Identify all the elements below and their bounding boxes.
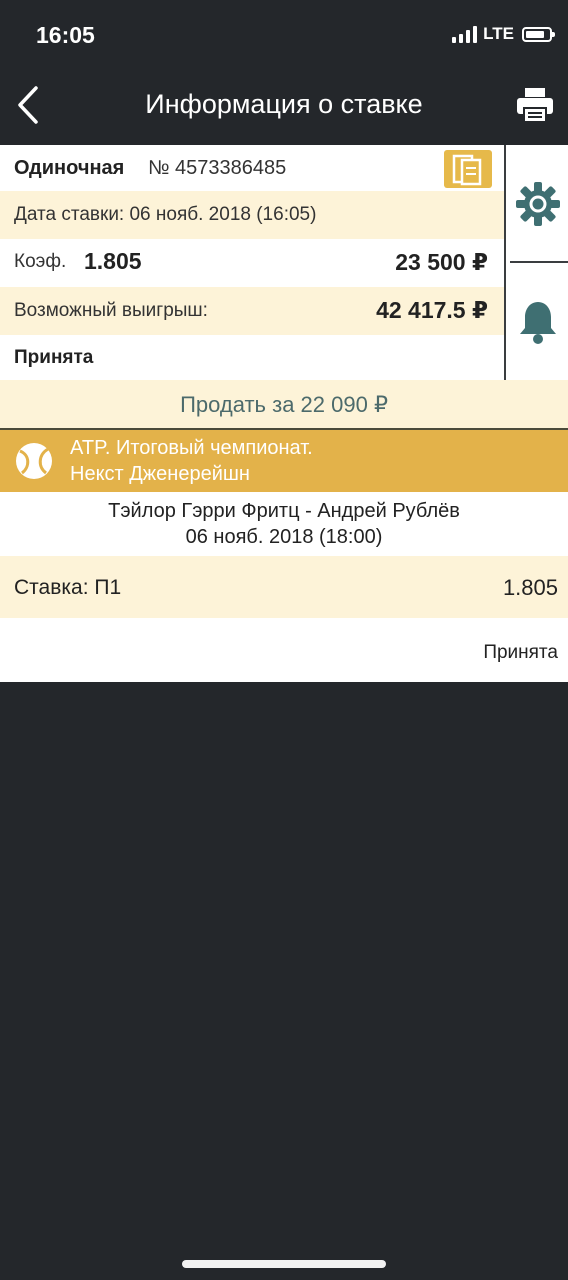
stake-outcome: Ставка: П1 (14, 576, 122, 599)
bet-status-row: Принята (0, 335, 504, 380)
notify-button[interactable] (516, 298, 560, 346)
tournament-subname: Некст Дженерейшн (70, 463, 250, 485)
stake-amount: 23 500 ₽ (395, 249, 488, 275)
bet-type: Одиночная (14, 157, 125, 179)
home-indicator[interactable] (182, 1260, 386, 1268)
match-teams: Тэйлор Гэрри Фритц - Андрей Рублёв (108, 500, 460, 522)
printer-icon (517, 88, 553, 123)
bet-number: № 4573386485 (148, 157, 287, 179)
possible-win-row: Возможный выигрыш: 42 417.5 ₽ (0, 287, 504, 335)
settings-button[interactable] (514, 180, 562, 228)
status-time: 16:05 (36, 22, 95, 48)
bet-date: Дата ставки: 06 нояб. 2018 (16:05) (14, 204, 317, 225)
coef-label: Коэф. (14, 251, 67, 272)
sell-bet-button[interactable]: Продать за 22 090 ₽ (0, 380, 568, 428)
status-indicators: LTE (452, 24, 555, 44)
coef-row: Коэф. 1.805 23 500 ₽ (0, 239, 504, 287)
tournament-name: ATP. Итоговый чемпионат. (70, 437, 313, 459)
side-divider (510, 261, 568, 263)
possible-win-value: 42 417.5 ₽ (376, 297, 488, 323)
nav-bar: Информация о ставке (0, 72, 568, 138)
status-bar: 16:05 LTE (0, 0, 568, 72)
possible-win-label: Возможный выигрыш: (14, 300, 208, 321)
coef-value: 1.805 (84, 248, 142, 274)
sell-bet-label: Продать за 22 090 ₽ (180, 392, 388, 417)
copy-bet-button[interactable] (444, 150, 492, 188)
battery-icon (522, 26, 555, 42)
bell-icon (520, 302, 556, 344)
page-title: Информация о ставке (145, 89, 423, 119)
coupon-icon (452, 154, 482, 186)
side-divider (504, 145, 506, 380)
gear-icon (516, 182, 560, 226)
tennis-ball-icon (16, 443, 52, 479)
network-type: LTE (483, 24, 514, 43)
bet-card: Одиночная № 4573386485 Дата ставки: 06 н… (0, 145, 504, 380)
event-status: Принята (483, 642, 558, 663)
match-info: Тэйлор Гэрри Фритц - Андрей Рублёв 06 но… (0, 492, 568, 556)
match-date: 06 нояб. 2018 (18:00) (185, 526, 383, 548)
bet-status: Принята (14, 347, 94, 368)
signal-icon (452, 25, 478, 43)
result-row: Принята (0, 618, 568, 682)
event-header: ATP. Итоговый чемпионат. Некст Дженерейш… (0, 430, 568, 492)
stake-coef: 1.805 (502, 575, 558, 600)
bet-date-row: Дата ставки: 06 нояб. 2018 (16:05) (0, 191, 504, 239)
print-button[interactable] (516, 86, 554, 124)
bet-header-row: Одиночная № 4573386485 (0, 145, 504, 191)
stake-row: Ставка: П1 1.805 (0, 556, 568, 618)
